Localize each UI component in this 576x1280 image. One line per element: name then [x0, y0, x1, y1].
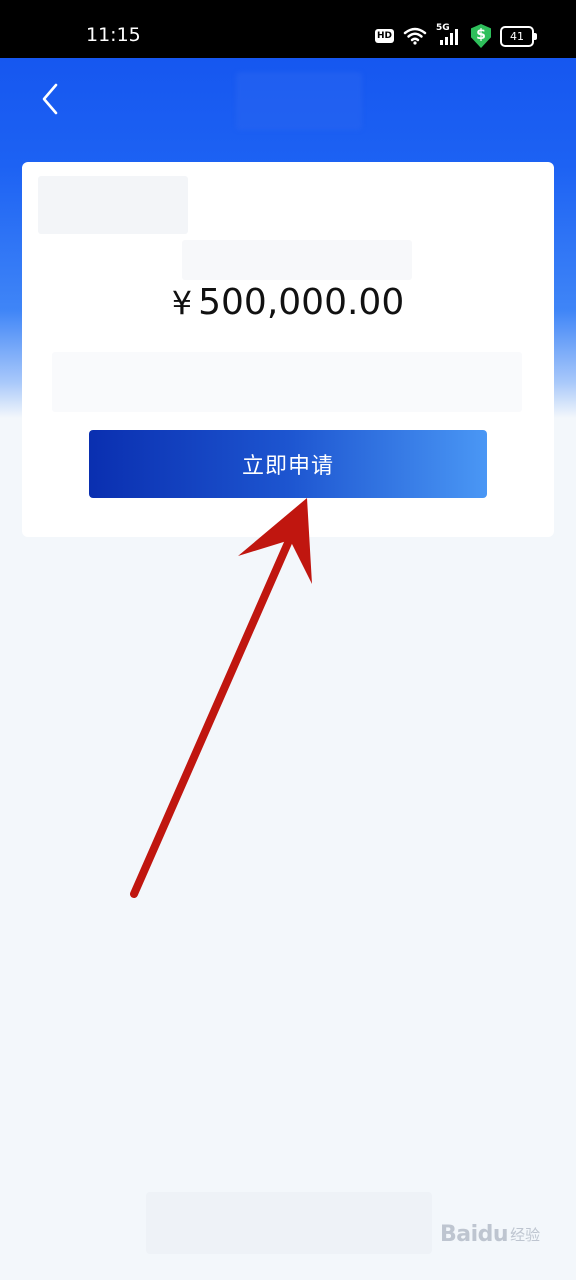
battery-icon: 41: [500, 25, 537, 47]
watermark-suffix: 经验: [510, 1225, 541, 1244]
hd-icon: HD: [374, 29, 394, 43]
status-bar: 11:15 HD 5G $ 41: [0, 0, 576, 58]
battery-level: 41: [510, 29, 524, 43]
wifi-icon: [403, 27, 427, 45]
blurred-content: [182, 240, 412, 280]
blurred-content: [52, 352, 522, 412]
watermark-brand: Baidu: [440, 1221, 509, 1247]
amount-value: 500,000.00: [198, 282, 405, 323]
bottom-blurred-content: [146, 1192, 432, 1254]
loan-amount: ¥500,000.00: [22, 282, 554, 323]
currency-sign: ¥: [171, 284, 193, 322]
back-button[interactable]: [30, 78, 70, 120]
status-time: 11:15: [86, 24, 141, 46]
shield-icon: $: [471, 24, 491, 48]
status-icons: HD 5G $ 41: [374, 23, 537, 48]
signal-bars-icon: [440, 29, 458, 45]
apply-now-button[interactable]: 立即申请: [89, 430, 487, 498]
loan-card: ¥500,000.00 立即申请: [22, 162, 554, 537]
blurred-content: [38, 176, 188, 234]
nav-title-blurred: [236, 72, 362, 130]
watermark: Baidu 经验: [440, 1214, 540, 1254]
battery-tip: [534, 32, 537, 40]
signal-5g-icon: 5G: [436, 23, 462, 46]
chevron-left-icon: [42, 83, 58, 115]
